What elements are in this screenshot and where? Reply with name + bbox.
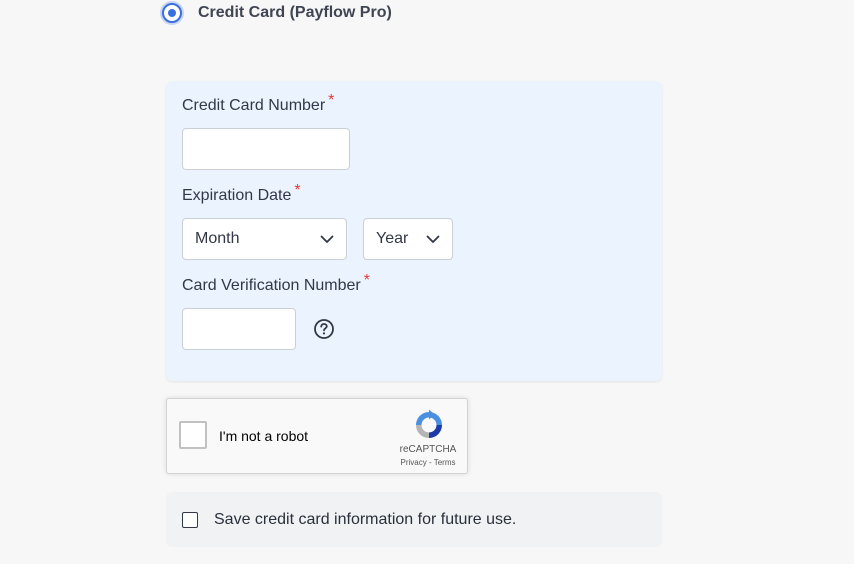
recaptcha-links: Privacy - Terms	[367, 458, 489, 467]
payment-page: Credit Card (Payflow Pro) Credit Card Nu…	[0, 0, 854, 564]
save-card-label[interactable]: Save credit card information for future …	[214, 511, 516, 529]
recaptcha-label: I'm not a robot	[219, 428, 309, 444]
expiration-label-row: Expiration Date *	[182, 182, 301, 205]
save-card-option: Save credit card information for future …	[166, 492, 662, 547]
month-select-value: Month	[195, 230, 240, 247]
recaptcha-privacy-link[interactable]: Privacy	[401, 458, 427, 467]
payment-option-payflow-pro[interactable]: Credit Card (Payflow Pro)	[162, 3, 392, 23]
chevron-down-icon	[320, 235, 334, 243]
payment-radio-button[interactable]	[162, 3, 182, 23]
recaptcha-logo-icon	[416, 409, 442, 438]
card-number-label: Credit Card Number	[182, 97, 326, 114]
credit-card-form-panel: Credit Card Number * Expiration Date * Mon…	[166, 81, 662, 381]
card-number-label-row: Credit Card Number *	[182, 92, 334, 115]
question-circle-icon[interactable]	[313, 318, 335, 340]
radio-selected-dot	[168, 9, 176, 17]
card-number-input[interactable]	[182, 128, 350, 170]
expiration-date-label: Expiration Date	[182, 187, 292, 204]
recaptcha-brand-text: reCAPTCHA	[399, 444, 457, 455]
required-asterisk: *	[294, 182, 301, 199]
cvv-label-row: Card Verification Number *	[182, 272, 370, 295]
cvv-input[interactable]	[182, 308, 296, 350]
required-asterisk: *	[363, 272, 370, 289]
recaptcha-terms-link[interactable]: Terms	[434, 458, 456, 467]
expiration-month-select[interactable]: Month	[182, 218, 347, 260]
expiration-year-select[interactable]: Year	[363, 218, 453, 260]
recaptcha-link-separator: -	[428, 458, 432, 467]
cvv-label: Card Verification Number	[182, 277, 361, 294]
year-select-value: Year	[376, 230, 409, 247]
recaptcha-checkbox[interactable]	[179, 421, 207, 449]
payment-option-label: Credit Card (Payflow Pro)	[198, 4, 392, 21]
required-asterisk: *	[328, 92, 335, 109]
recaptcha-widget: I'm not a robot reCAPTCHA Privacy - Term…	[166, 398, 468, 474]
save-card-checkbox[interactable]	[182, 512, 198, 528]
chevron-down-icon	[426, 235, 440, 243]
